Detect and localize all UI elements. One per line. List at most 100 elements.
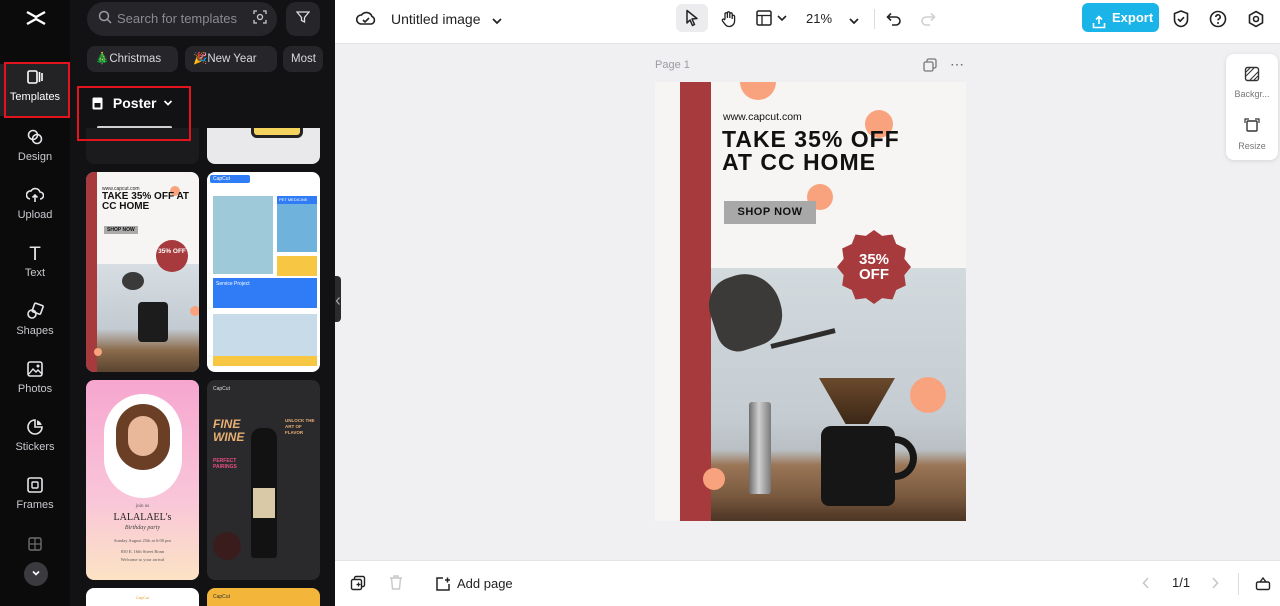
grinder-shape [749, 402, 771, 494]
hand-tool-icon[interactable] [718, 10, 740, 34]
card-section: Service Project [213, 278, 317, 308]
wine-bottle [251, 428, 277, 558]
canvas-url: www.capcut.com [723, 111, 802, 123]
export-button[interactable]: Export [1082, 3, 1159, 32]
chip-most[interactable]: Most [283, 46, 323, 72]
delete-page-icon[interactable] [388, 574, 404, 596]
chevron-down-icon[interactable] [847, 10, 861, 34]
template-card-partial[interactable] [207, 128, 320, 164]
export-label: Export [1112, 10, 1154, 25]
duplicate-page-icon[interactable] [350, 575, 366, 596]
document-title[interactable]: Untitled image [391, 11, 481, 27]
search-input[interactable]: Search for templates [87, 2, 277, 36]
bottom-toolbar: Add page 1/1 [335, 560, 1280, 606]
rail-item-design[interactable]: Design [0, 124, 70, 176]
duplicate-page-icon[interactable] [923, 58, 937, 77]
capcut-logo-icon[interactable] [24, 6, 48, 30]
rail-item-text[interactable]: T Text [0, 240, 70, 292]
card-title: FINE WINE [213, 417, 245, 444]
add-page-label: Add page [457, 576, 513, 591]
zoom-level[interactable]: 21% [806, 11, 832, 26]
canvas-accent-bar [680, 82, 711, 521]
prev-page-icon[interactable] [1141, 576, 1151, 595]
cloud-sync-icon[interactable] [355, 10, 377, 34]
rail-label: Upload [17, 209, 53, 221]
top-toolbar: Untitled image 21% Export [335, 0, 1280, 44]
filter-icon [295, 11, 311, 27]
pages-panel-icon[interactable] [1255, 575, 1271, 596]
export-icon [1092, 10, 1106, 39]
rail-label: Text [24, 267, 46, 279]
add-page-button[interactable]: Add page [435, 573, 513, 595]
rail-item-photos[interactable]: Photos [0, 356, 70, 408]
template-card-wine[interactable]: CapCut FINE WINE PERFECT PAIRINGS UNLOCK… [207, 380, 320, 580]
rail-item-stickers[interactable]: Stickers [0, 414, 70, 466]
card-subtitle: PERFECT PAIRINGS [213, 458, 237, 470]
portrait-image [104, 394, 182, 498]
rail-label: Shapes [16, 325, 54, 337]
card-tagline: UNLOCK THE ART OF FLAVOR [285, 418, 315, 435]
highlight-poster [77, 86, 191, 141]
rail-item-upload[interactable]: Upload [0, 182, 70, 234]
server-handle [883, 436, 917, 480]
rail-item-frames[interactable]: Frames [0, 472, 70, 524]
settings-gear-icon[interactable] [1246, 10, 1266, 34]
chip-new-year[interactable]: 🎉New Year [185, 46, 277, 72]
rail-label: Stickers [15, 441, 55, 453]
resize-tool[interactable]: Resize [1226, 118, 1278, 151]
background-icon [1226, 66, 1278, 85]
peach-circle [910, 377, 946, 413]
text-icon: T [29, 244, 41, 265]
badge-line2: OFF [859, 266, 889, 283]
filter-button[interactable] [286, 2, 320, 36]
card-brand: CapCut [135, 595, 150, 600]
side-tools-panel: Backgr... Resize [1226, 54, 1278, 160]
template-card-partial[interactable]: CapCut [207, 588, 320, 606]
rail-label: Photos [17, 383, 53, 395]
chip-christmas[interactable]: 🎄Christmas [87, 46, 178, 72]
upload-icon [0, 186, 70, 208]
layout-menu-icon[interactable] [755, 10, 791, 34]
canvas-headline-line2: AT CC HOME [722, 149, 876, 175]
rail-label: Frames [16, 499, 54, 511]
stickers-icon [0, 418, 70, 440]
chevron-left-icon [335, 293, 341, 311]
divider [1238, 573, 1239, 595]
undo-icon[interactable] [884, 10, 904, 34]
grid-icon [0, 536, 70, 558]
page-label: Page 1 [655, 59, 690, 71]
resize-label: Resize [1238, 141, 1266, 151]
chevron-down-icon[interactable] [490, 10, 504, 34]
add-page-icon [435, 576, 451, 599]
select-tool-button[interactable] [676, 4, 708, 32]
card-address: 850 E. 16th Street Ronn [120, 549, 165, 554]
badge-line1: 35% [858, 251, 890, 268]
help-icon[interactable] [1208, 10, 1228, 34]
divider [874, 9, 875, 29]
rail-label: Design [17, 151, 53, 163]
background-tool[interactable]: Backgr... [1226, 66, 1278, 99]
template-card-partial[interactable]: CapCut [86, 588, 199, 606]
more-options-icon[interactable]: ⋯ [950, 56, 965, 73]
canvas-shop-now[interactable]: SHOP NOW [724, 201, 816, 224]
peach-circle [703, 468, 725, 490]
peach-circle [740, 82, 776, 100]
highlight-templates [4, 62, 70, 118]
shield-icon[interactable] [1171, 10, 1191, 34]
card-tag: PET MEDICINE [277, 196, 317, 204]
template-card-birthday[interactable]: join us LALALAEL's Birthday party Sunday… [86, 380, 199, 580]
template-card-medical[interactable]: CapCut PET MEDICINE Service Project [207, 172, 320, 372]
card-name: LALALAEL's [113, 512, 172, 523]
expand-rail-button[interactable] [24, 562, 48, 586]
page-count: 1/1 [1172, 575, 1191, 590]
design-canvas[interactable]: www.capcut.com TAKE 35% OFF AT CC HOME S… [655, 82, 966, 521]
chevron-down-icon [31, 565, 41, 582]
next-page-icon[interactable] [1210, 576, 1220, 595]
template-card-coffee[interactable]: www.capcut.com TAKE 35% OFF AT CC HOME S… [86, 172, 199, 372]
card-brand: CapCut [213, 386, 230, 392]
panel-collapse-handle[interactable] [335, 276, 341, 322]
image-search-icon[interactable] [253, 10, 267, 27]
redo-icon[interactable] [918, 10, 938, 34]
frames-icon [0, 476, 70, 498]
rail-item-shapes[interactable]: Shapes [0, 298, 70, 350]
